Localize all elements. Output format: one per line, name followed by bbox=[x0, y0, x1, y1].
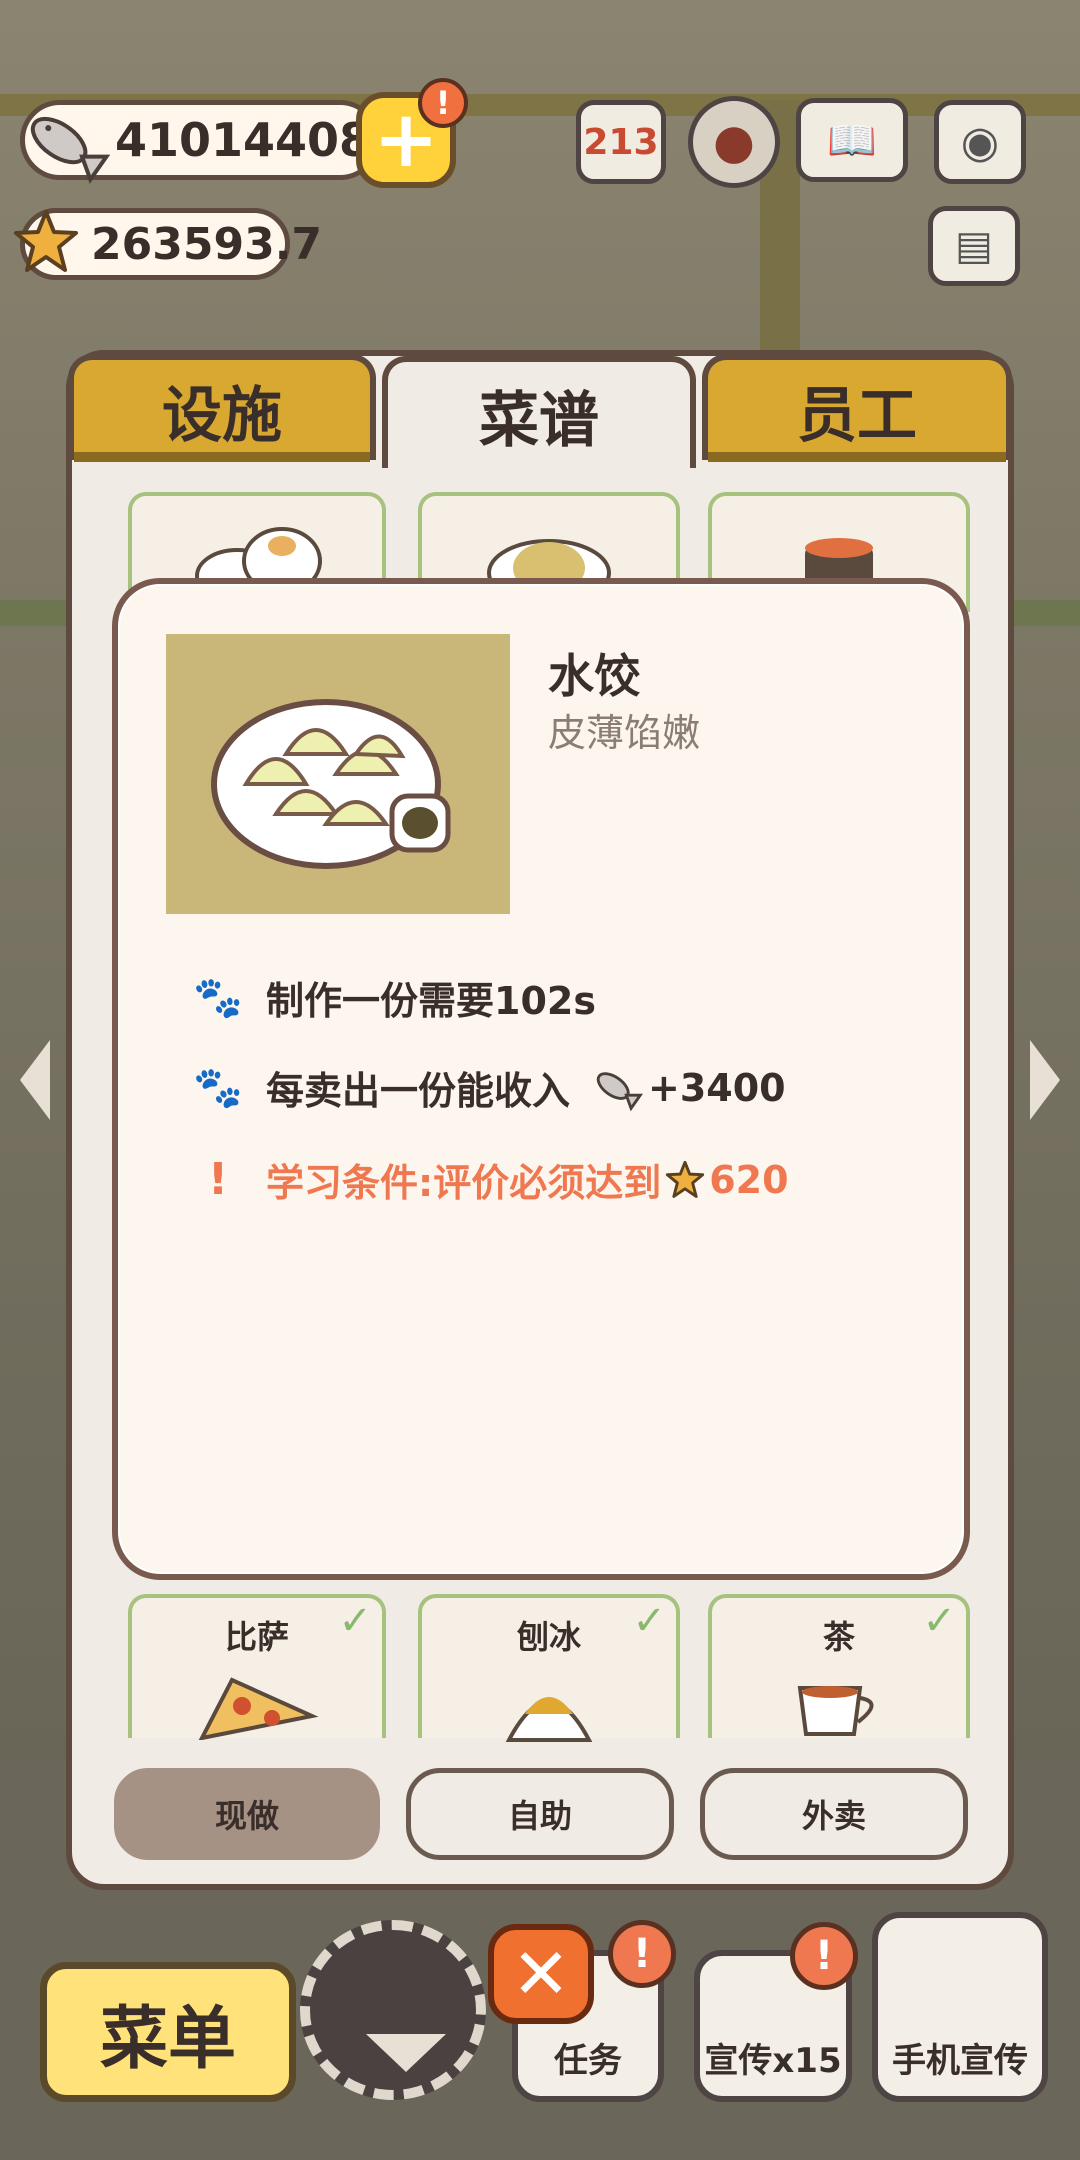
learned-check-icon: ✓ bbox=[338, 1598, 372, 1644]
previous-arrow[interactable] bbox=[20, 1040, 50, 1120]
income-line: 🐾 每卖出一份能收入 +3400 bbox=[193, 1060, 786, 1115]
mode-delivery-button[interactable]: 外卖 bbox=[700, 1768, 968, 1860]
promo-label: 宣传x15 bbox=[704, 2041, 842, 2081]
star-count: 263593.7 bbox=[91, 218, 323, 270]
tab-recipes[interactable]: 菜谱 bbox=[382, 356, 696, 468]
ranking-icon[interactable]: 213 bbox=[576, 100, 666, 184]
chevron-down-icon[interactable] bbox=[366, 2034, 446, 2072]
dish-image bbox=[166, 634, 510, 914]
paw-icon: 🐾 bbox=[193, 975, 243, 1021]
prep-time-line: 🐾 制作一份需要102s bbox=[193, 970, 596, 1025]
recipe-card-pizza[interactable]: 比萨 ✓ bbox=[128, 1594, 386, 1740]
menu-button[interactable]: 菜单 bbox=[40, 1962, 296, 2102]
cat-dial-icon[interactable] bbox=[300, 1920, 486, 2100]
shaved-ice-icon bbox=[505, 1697, 593, 1742]
requirement-value: 620 bbox=[709, 1157, 789, 1202]
recipe-description: 皮薄馅嫩 bbox=[548, 711, 701, 755]
fish-icon bbox=[30, 116, 110, 184]
income-value: +3400 bbox=[648, 1065, 786, 1110]
alert-badge: ! bbox=[418, 78, 468, 128]
teacup-icon bbox=[797, 1686, 874, 1736]
pizza-icon bbox=[198, 1677, 319, 1740]
income-text: 每卖出一份能收入 bbox=[266, 1069, 571, 1113]
tab-staff[interactable]: 员工 bbox=[702, 354, 1012, 460]
alert-badge: ! bbox=[790, 1922, 858, 1990]
tab-shadow bbox=[74, 452, 370, 462]
gear-icon[interactable]: ● bbox=[688, 96, 780, 188]
tab-shadow bbox=[708, 452, 1006, 462]
next-arrow[interactable] bbox=[1030, 1040, 1060, 1120]
mode-buffet-button[interactable]: 自助 bbox=[406, 1768, 674, 1860]
newspaper-icon[interactable]: ▤ bbox=[928, 206, 1020, 286]
learned-check-icon: ✓ bbox=[632, 1598, 666, 1644]
exclamation-icon: ! bbox=[207, 1154, 229, 1205]
paw-icon: 🐾 bbox=[193, 1065, 243, 1111]
close-button[interactable]: ✕ bbox=[488, 1924, 594, 2024]
alert-badge: ! bbox=[608, 1920, 676, 1988]
fish-icon bbox=[596, 1071, 644, 1111]
learned-check-icon: ✓ bbox=[922, 1598, 956, 1644]
phone-promo-label: 手机宣传 bbox=[892, 2041, 1028, 2081]
recipe-card-tea[interactable]: 茶 ✓ bbox=[708, 1594, 970, 1738]
learn-requirement-line: ! 学习条件:评价必须达到 620 bbox=[196, 1152, 789, 1207]
dumplings-icon bbox=[211, 699, 451, 869]
task-label: 任务 bbox=[554, 2041, 622, 2081]
tab-facilities[interactable]: 设施 bbox=[68, 354, 376, 460]
prep-time-text: 制作一份需要102s bbox=[266, 979, 596, 1023]
mode-dine-in-button[interactable]: 现做 bbox=[114, 1768, 380, 1860]
star-icon bbox=[666, 1160, 705, 1198]
cat-book-icon[interactable]: 📖 bbox=[796, 98, 908, 182]
phone-promotion-button[interactable]: 手机宣传 bbox=[872, 1912, 1048, 2102]
star-icon bbox=[14, 210, 78, 272]
requirement-text: 学习条件:评价必须达到 bbox=[266, 1161, 662, 1205]
camera-icon[interactable]: ◉ bbox=[934, 100, 1026, 184]
recipe-card-shaved-ice[interactable]: 刨冰 ✓ bbox=[418, 1594, 680, 1742]
recipe-name: 水饺 bbox=[548, 649, 640, 703]
